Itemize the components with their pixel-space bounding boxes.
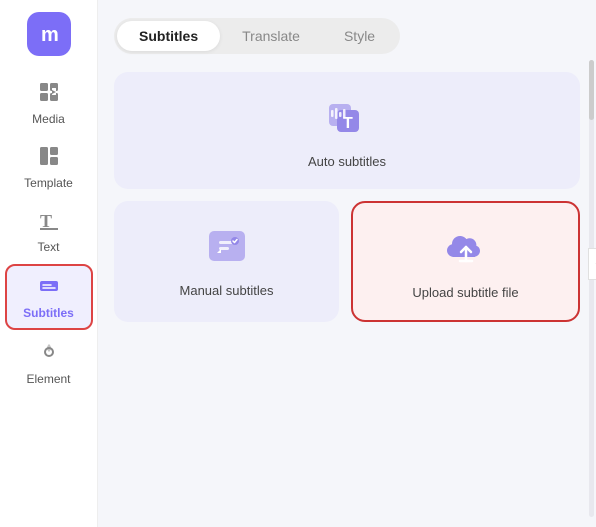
auto-subtitles-card[interactable]: T Auto subtitles [114, 72, 580, 189]
upload-subtitle-card[interactable]: Upload subtitle file [351, 201, 580, 322]
sidebar-item-text[interactable]: T Text [5, 200, 93, 262]
subtitles-icon [37, 274, 61, 302]
text-icon: T [37, 208, 61, 236]
element-icon [37, 340, 61, 368]
sidebar-item-element[interactable]: Element [5, 332, 93, 394]
two-col-row: Manual subtitles Upload subtitle file [114, 201, 580, 322]
tab-subtitles[interactable]: Subtitles [117, 21, 220, 51]
app-logo[interactable]: m [27, 12, 71, 56]
sidebar-item-template[interactable]: Template [5, 136, 93, 198]
tab-bar: Subtitles Translate Style [114, 18, 400, 54]
collapse-handle[interactable]: ‹ [588, 248, 596, 280]
auto-subtitles-icon: T [321, 92, 373, 144]
content-area: T Auto subtitles Ma [114, 72, 580, 509]
sidebar-item-element-label: Element [26, 372, 70, 386]
sidebar-item-text-label: Text [37, 240, 59, 254]
manual-subtitles-icon [201, 221, 253, 273]
manual-subtitles-card[interactable]: Manual subtitles [114, 201, 339, 322]
scrollbar-thumb [589, 60, 594, 120]
manual-subtitles-label: Manual subtitles [180, 283, 274, 298]
main-area: Subtitles Translate Style T Auto subtitl… [98, 0, 596, 527]
scrollbar[interactable] [589, 60, 594, 517]
tab-translate[interactable]: Translate [220, 21, 322, 51]
tab-style[interactable]: Style [322, 21, 397, 51]
media-icon [37, 80, 61, 108]
sidebar-item-template-label: Template [24, 176, 73, 190]
sidebar-item-media[interactable]: Media [5, 72, 93, 134]
upload-subtitle-label: Upload subtitle file [412, 285, 518, 300]
template-icon [37, 144, 61, 172]
upload-subtitle-icon [440, 223, 492, 275]
sidebar-item-subtitles[interactable]: Subtitles [5, 264, 93, 330]
sidebar-item-media-label: Media [32, 112, 65, 126]
sidebar: m Media Template [0, 0, 98, 527]
sidebar-item-subtitles-label: Subtitles [23, 306, 74, 320]
auto-subtitles-label: Auto subtitles [308, 154, 386, 169]
svg-text:m: m [41, 24, 59, 46]
